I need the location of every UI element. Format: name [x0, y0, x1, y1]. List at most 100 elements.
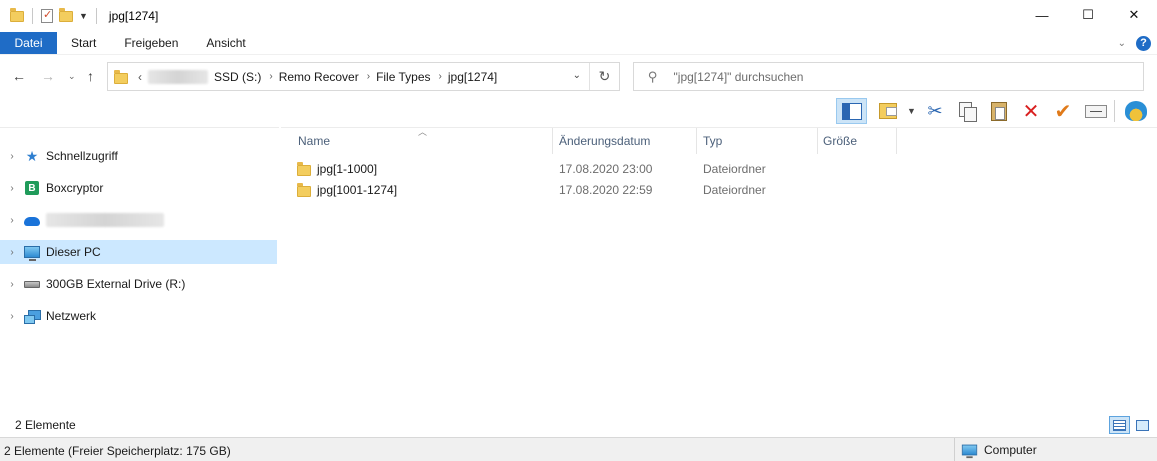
maximize-button[interactable]: ☐	[1065, 0, 1111, 30]
shell-button[interactable]	[1122, 98, 1150, 124]
folder-icon	[114, 69, 128, 84]
minimize-button[interactable]: —	[1019, 0, 1065, 30]
details-view-button[interactable]	[1109, 416, 1130, 434]
ribbon-right-controls: ⌄ ?	[1118, 32, 1151, 54]
breadcrumb-file-types[interactable]: File Types	[376, 70, 430, 84]
qat-separator	[32, 8, 33, 24]
forward-arrow-icon[interactable]: →	[41, 68, 55, 84]
tab-datei[interactable]: Datei	[0, 32, 57, 54]
network-icon-wrap	[24, 308, 41, 324]
status-summary: 2 Elemente (Freier Speicherplatz: 175 GB…	[4, 444, 231, 458]
refresh-icon[interactable]: ↻	[589, 63, 619, 90]
boxcryptor-icon-wrap: B	[24, 180, 40, 196]
delete-button[interactable]: ✕	[1017, 98, 1045, 124]
drive-icon	[24, 280, 40, 288]
nav-item-boxcryptor[interactable]: › B Boxcryptor	[0, 176, 277, 200]
address-bar[interactable]: ‹ SSD (S:) › Remo Recover › File Types ›…	[107, 62, 620, 91]
quick-access-toolbar: ▼	[0, 0, 99, 32]
expand-chevron-icon[interactable]: ›	[0, 151, 24, 162]
tab-freigeben[interactable]: Freigeben	[110, 32, 192, 54]
qat-separator	[95, 8, 97, 24]
help-icon[interactable]: ?	[1136, 35, 1151, 51]
address-overflow-prefix[interactable]: ‹	[138, 70, 142, 84]
column-separator[interactable]	[896, 128, 897, 154]
file-name-cell: jpg[1001-1274]	[297, 180, 397, 200]
column-header-name[interactable]: Name	[292, 128, 551, 154]
status-location-label: Computer	[984, 442, 1037, 457]
preview-pane-button[interactable]	[836, 98, 867, 124]
expand-chevron-icon[interactable]: ›	[0, 183, 24, 194]
cut-button[interactable]: ✂	[921, 98, 949, 124]
expand-chevron-icon[interactable]: ›	[0, 215, 24, 226]
breadcrumb-jpg[interactable]: jpg[1274]	[448, 70, 497, 84]
nav-item-label: Schnellzugriff	[46, 149, 118, 163]
check-button[interactable]: ✔	[1049, 98, 1077, 124]
tab-ansicht[interactable]: Ansicht	[192, 32, 259, 54]
delete-icon: ✕	[1022, 100, 1040, 123]
folder-icon[interactable]	[10, 7, 24, 22]
breadcrumb-ssd[interactable]: SSD (S:)	[214, 70, 261, 84]
item-count-bar: 2 Elemente	[0, 412, 1157, 437]
copy-icon	[959, 102, 977, 122]
navigation-pane: › ★ Schnellzugriff › B Boxcryptor › › Di…	[0, 127, 279, 412]
search-icon: ⚲	[648, 68, 658, 84]
customize-qat-dropdown-icon[interactable]: ▼	[79, 11, 88, 21]
copy-button[interactable]	[953, 98, 981, 124]
nav-item-onedrive[interactable]: ›	[0, 208, 277, 232]
file-name: jpg[1-1000]	[317, 162, 378, 176]
drive-icon-wrap	[24, 276, 40, 292]
preview-pane-icon	[841, 102, 862, 120]
expand-chevron-icon[interactable]: ›	[0, 247, 24, 258]
status-bar: 2 Elemente (Freier Speicherplatz: 175 GB…	[0, 437, 1157, 461]
column-header-size[interactable]: Größe	[817, 128, 896, 154]
window-title: jpg[1274]	[108, 9, 159, 23]
item-count: 2 Elemente	[15, 418, 76, 432]
network-icon	[24, 309, 41, 324]
column-header-date[interactable]: Änderungsdatum	[553, 128, 695, 154]
breadcrumb-separator-icon[interactable]: ›	[439, 71, 442, 82]
expand-chevron-icon[interactable]: ›	[0, 311, 24, 322]
file-date: 17.08.2020 22:59	[559, 183, 653, 197]
address-history-chevron-icon[interactable]: ⌄	[573, 70, 581, 81]
table-row[interactable]: jpg[1001-1274] 17.08.2020 22:59 Dateiord…	[297, 180, 877, 200]
nav-item-dieser-pc[interactable]: › Dieser PC	[0, 240, 277, 264]
new-folder-icon[interactable]	[59, 7, 73, 22]
computer-icon	[961, 444, 978, 458]
nav-item-schnellzugriff[interactable]: › ★ Schnellzugriff	[0, 144, 277, 168]
boxcryptor-icon: B	[25, 181, 39, 195]
rename-icon	[1085, 104, 1107, 118]
window-controls: — ☐ ✕	[1019, 0, 1157, 30]
table-row[interactable]: jpg[1-1000] 17.08.2020 23:00 Dateiordner	[297, 159, 877, 179]
recent-locations-chevron-icon[interactable]: ⌄	[68, 71, 76, 82]
status-location: Computer	[954, 438, 1157, 461]
nav-item-netzwerk[interactable]: › Netzwerk	[0, 304, 277, 328]
search-input[interactable]: ⚲ "jpg[1274]" durchsuchen	[633, 62, 1144, 91]
back-arrow-icon[interactable]: ←	[12, 68, 26, 84]
nav-item-external-drive[interactable]: › 300GB External Drive (R:)	[0, 272, 277, 296]
rename-button[interactable]	[1082, 98, 1110, 124]
change-view-button[interactable]	[874, 98, 902, 124]
toolbar-separator	[1114, 100, 1115, 122]
change-view-icon	[879, 103, 897, 119]
large-icons-view-button[interactable]	[1132, 416, 1153, 434]
file-type: Dateiordner	[703, 183, 766, 197]
redacted-account-name	[46, 213, 164, 227]
breadcrumb-remo-recover[interactable]: Remo Recover	[279, 70, 359, 84]
column-header-type[interactable]: Typ	[697, 128, 816, 154]
onedrive-cloud-icon	[24, 217, 40, 226]
change-view-dropdown-icon[interactable]: ▼	[907, 106, 916, 116]
expand-ribbon-chevron-icon[interactable]: ⌄	[1118, 38, 1126, 49]
properties-icon[interactable]	[41, 8, 53, 23]
tab-start[interactable]: Start	[57, 32, 110, 54]
breadcrumb-separator-icon[interactable]: ›	[269, 71, 272, 82]
breadcrumb-separator-icon[interactable]: ›	[367, 71, 370, 82]
close-button[interactable]: ✕	[1111, 0, 1157, 30]
check-icon: ✔	[1054, 100, 1072, 123]
details-view-icon	[1113, 419, 1126, 431]
cut-icon: ✂	[927, 100, 943, 121]
up-arrow-icon[interactable]: ↑	[87, 68, 94, 84]
file-type: Dateiordner	[703, 162, 766, 176]
folder-icon	[297, 162, 311, 176]
expand-chevron-icon[interactable]: ›	[0, 279, 24, 290]
paste-button[interactable]	[985, 98, 1013, 124]
